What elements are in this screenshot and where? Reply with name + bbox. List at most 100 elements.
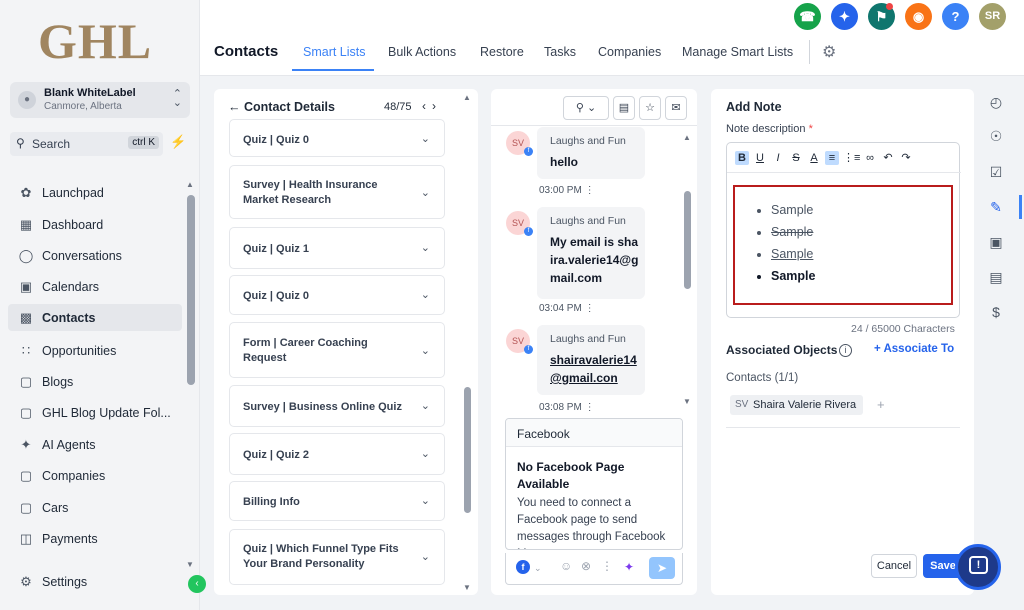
bold-icon[interactable]: B	[735, 151, 749, 165]
sidebar-scroll-down-icon[interactable]: ▼	[186, 560, 194, 569]
undo-icon[interactable]: ↶	[881, 151, 895, 165]
form-card[interactable]: Form | Career Coaching Request ⌄	[229, 322, 445, 378]
more-options-icon[interactable]: ⋮	[585, 402, 595, 413]
chevron-down-icon[interactable]: ⌄	[534, 563, 542, 574]
thread-scroll-up-icon[interactable]: ▲	[683, 133, 691, 142]
chevron-right-icon[interactable]: ›	[432, 99, 442, 113]
thread-scrollbar[interactable]	[684, 191, 691, 289]
form-card[interactable]: Quiz | Quiz 0 ⌄	[229, 275, 445, 315]
history-icon[interactable]: ◴	[986, 92, 1006, 112]
ai-sparkle-icon[interactable]: ✦	[831, 3, 858, 30]
star-icon[interactable]: ☆	[639, 96, 661, 120]
gear-icon[interactable]: ⚙	[822, 42, 836, 62]
sidebar-item-companies[interactable]: ▢ Companies	[8, 462, 182, 489]
strikethrough-icon[interactable]: S	[789, 151, 803, 165]
more-options-icon[interactable]: ⋮	[585, 303, 595, 314]
sidebar-item-opportunities[interactable]: ∷ Opportunities	[8, 337, 182, 364]
link-icon[interactable]: ∞	[863, 151, 877, 165]
form-card[interactable]: Survey | Health Insurance Market Researc…	[229, 165, 445, 219]
form-card[interactable]: Quiz | Quiz 1 ⌄	[229, 227, 445, 269]
text-color-icon[interactable]: A	[807, 151, 821, 165]
pencil-icon[interactable]: ✎	[986, 197, 1006, 217]
tab-tasks[interactable]: Tasks	[544, 45, 576, 59]
sidebar-item-blogs[interactable]: ▢ Blogs	[8, 368, 182, 395]
italic-icon[interactable]: I	[771, 151, 785, 165]
sidebar-item-ghl-blog-update[interactable]: ▢ GHL Blog Update Fol...	[8, 399, 182, 426]
sidebar-item-dashboard[interactable]: ▦ Dashboard	[8, 211, 182, 238]
sidebar-item-launchpad[interactable]: ✿ Launchpad	[8, 179, 182, 206]
form-card[interactable]: Quiz | Which Funnel Type Fits Your Brand…	[229, 529, 445, 585]
sidebar-item-cars[interactable]: ▢ Cars	[8, 494, 182, 521]
sidebar-scroll-up-icon[interactable]: ▲	[186, 180, 194, 189]
send-button[interactable]: ➤	[649, 557, 675, 579]
chevron-left-icon[interactable]: ‹	[422, 99, 432, 113]
more-options-icon[interactable]: ⋮	[585, 185, 595, 196]
channel-filter-dropdown[interactable]: ⚲ ⌄	[563, 96, 609, 120]
facebook-channel-icon[interactable]: f	[516, 560, 530, 574]
redo-icon[interactable]: ↷	[899, 151, 913, 165]
workflow-icon[interactable]: ☉	[986, 126, 1006, 146]
sidebar-item-contacts[interactable]: ▩ Contacts	[8, 304, 182, 331]
user-avatar[interactable]: SR	[979, 3, 1006, 30]
dollar-icon[interactable]: $	[986, 302, 1006, 322]
mail-open-icon[interactable]: ✉	[665, 96, 687, 120]
document-icon[interactable]: ▤	[986, 267, 1006, 287]
calendar-icon[interactable]: ▣	[986, 232, 1006, 252]
sidebar-item-payments[interactable]: ◫ Payments	[8, 525, 182, 552]
form-card-label: Quiz | Quiz 0	[243, 290, 310, 302]
sidebar: GHL ● Blank WhiteLabel Canmore, Alberta …	[0, 0, 200, 610]
brand-logo[interactable]: GHL	[38, 12, 152, 70]
sidebar-item-conversations[interactable]: ◯ Conversations	[8, 242, 182, 269]
sidebar-collapse-button[interactable]: ‹	[188, 575, 206, 593]
note-editor[interactable]: B U I S A ≡ ⋮≡ ∞ ↶ ↷ Sample Sample Sampl…	[726, 142, 961, 318]
phone-icon[interactable]: ☎	[794, 3, 821, 30]
form-card[interactable]: Billing Info ⌄	[229, 481, 445, 521]
note-list-item-strikethrough: Sample	[771, 221, 815, 243]
panel-scroll-down-icon[interactable]: ▼	[463, 583, 471, 592]
info-icon[interactable]: i	[839, 344, 852, 357]
opportunities-icon: ∷	[21, 343, 31, 358]
help-chat-button[interactable]: !	[955, 544, 1001, 590]
clipboard-icon[interactable]: ☑	[986, 162, 1006, 182]
tab-smart-lists[interactable]: Smart Lists	[303, 45, 366, 59]
prev-next-arrows[interactable]: ‹›	[422, 99, 442, 113]
message-link[interactable]: shairavalerie14@gmail.con	[550, 351, 640, 387]
tab-restore[interactable]: Restore	[480, 45, 524, 59]
form-card[interactable]: Survey | Business Online Quiz ⌄	[229, 385, 445, 427]
contacts-count-label: Contacts (1/1)	[726, 372, 799, 384]
attachment-icon[interactable]: ⊗	[581, 559, 591, 573]
bell-icon[interactable]: ◉	[905, 3, 932, 30]
folder-icon[interactable]: ▤	[613, 96, 635, 120]
emoji-icon[interactable]: ☺	[560, 559, 572, 573]
form-card[interactable]: Quiz | Quiz 0 ⌄	[229, 119, 445, 157]
numbered-list-icon[interactable]: ⋮≡	[843, 151, 860, 165]
sidebar-search[interactable]: ⚲ Search ctrl K	[10, 132, 163, 156]
sidebar-scrollbar[interactable]	[187, 195, 195, 385]
note-description-text: Note description	[726, 123, 806, 135]
panel-scroll-up-icon[interactable]: ▲	[463, 93, 471, 102]
tab-companies[interactable]: Companies	[598, 45, 661, 59]
sidebar-item-calendars[interactable]: ▣ Calendars	[8, 273, 182, 300]
add-contact-icon[interactable]: +	[877, 397, 885, 412]
associate-to-link[interactable]: + Associate To	[874, 343, 954, 355]
quick-action-bolt-icon[interactable]: ⚡	[170, 134, 186, 150]
note-list-item: Sample	[771, 199, 815, 221]
editor-toolbar: B U I S A ≡ ⋮≡ ∞ ↶ ↷	[727, 143, 961, 173]
more-options-icon[interactable]: ⋮	[601, 559, 613, 573]
thread-scroll-down-icon[interactable]: ▼	[683, 397, 691, 406]
contact-chip[interactable]: SV Shaira Valerie Rivera	[730, 395, 863, 415]
bullet-list-icon[interactable]: ≡	[825, 151, 839, 165]
cancel-button[interactable]: Cancel	[871, 554, 917, 578]
panel-scrollbar[interactable]	[464, 387, 471, 513]
underline-icon[interactable]: U	[753, 151, 767, 165]
tab-manage-smart-lists[interactable]: Manage Smart Lists	[682, 45, 793, 59]
ai-assist-icon[interactable]: ✦	[624, 560, 634, 574]
sidebar-item-ai-agents[interactable]: ✦ AI Agents	[8, 431, 182, 458]
note-content-area[interactable]: Sample Sample Sample Sample	[733, 185, 953, 305]
sidebar-item-settings[interactable]: ⚙ Settings	[8, 568, 182, 595]
help-button[interactable]: ?	[942, 3, 969, 30]
tab-bulk-actions[interactable]: Bulk Actions	[388, 45, 456, 59]
contact-details-header[interactable]: ← Contact Details	[228, 100, 335, 114]
account-switcher[interactable]: ● Blank WhiteLabel Canmore, Alberta ⌃ ⌄	[10, 82, 190, 118]
form-card[interactable]: Quiz | Quiz 2 ⌄	[229, 433, 445, 475]
